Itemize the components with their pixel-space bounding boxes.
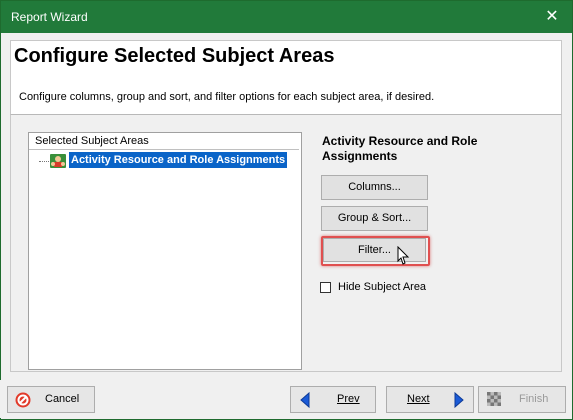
finish-label: Finish — [519, 393, 549, 405]
tree-column-header[interactable]: Selected Subject Areas — [29, 133, 299, 150]
group-sort-button[interactable]: Group & Sort... — [321, 206, 428, 231]
window-title: Report Wizard — [11, 10, 88, 24]
finish-button[interactable]: Finish — [478, 386, 566, 413]
cancel-button[interactable]: Cancel — [7, 386, 95, 413]
tree-item-label: Activity Resource and Role Assignments — [69, 152, 288, 168]
arrow-left-icon — [300, 392, 310, 408]
user-group-icon — [50, 154, 66, 168]
tree-column-header-label: Selected Subject Areas — [35, 135, 149, 147]
close-icon[interactable]: ✕ — [532, 1, 572, 33]
prev-label: Prev — [337, 393, 360, 405]
hide-subject-area-checkbox[interactable] — [320, 282, 331, 293]
arrow-right-icon — [454, 392, 464, 408]
cancel-icon — [15, 392, 31, 408]
selected-subject-heading-line1: Activity Resource and Role — [322, 134, 478, 148]
subject-area-tree[interactable]: Selected Subject Areas Activity Resource… — [28, 132, 302, 370]
columns-button[interactable]: Columns... — [321, 175, 428, 200]
selected-subject-heading-line2: Assignments — [322, 149, 398, 163]
hide-subject-area-label[interactable]: Hide Subject Area — [338, 281, 426, 293]
checkered-flag-icon — [487, 392, 501, 406]
page-description: Configure columns, group and sort, and f… — [19, 91, 435, 103]
title-bar: Report Wizard ✕ — [1, 1, 572, 33]
next-label: Next — [407, 393, 430, 405]
selected-subject-heading: Activity Resource and Role Assignments — [322, 134, 522, 164]
cancel-label: Cancel — [45, 393, 80, 405]
mouse-pointer-icon — [397, 246, 410, 265]
next-button[interactable]: Next — [386, 386, 474, 413]
prev-button[interactable]: Prev — [290, 386, 376, 413]
page-title: Configure Selected Subject Areas — [14, 45, 335, 67]
